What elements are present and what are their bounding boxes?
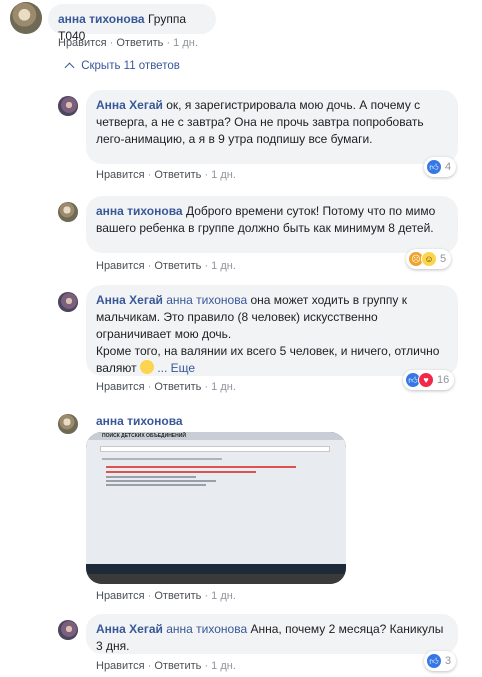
comment-photo[interactable]: ПОИСК ДЕТСКИХ ОБЪЕДИНЕНИЙ <box>86 432 346 584</box>
like-icon: 👍︎ <box>426 653 442 669</box>
like-link[interactable]: Нравится <box>96 169 145 181</box>
reply-link[interactable]: Ответить <box>154 381 201 393</box>
like-link[interactable]: Нравится <box>58 37 107 49</box>
result-row <box>106 476 196 478</box>
reaction-summary[interactable]: 👍︎ ♥ 16 <box>403 370 455 390</box>
like-link[interactable]: Нравится <box>96 660 145 672</box>
timestamp[interactable]: 1 дн. <box>211 169 236 181</box>
result-row <box>106 480 216 482</box>
avatar[interactable] <box>10 2 42 34</box>
comment-bubble: Анна Хегай анна тихонова Анна, почему 2 … <box>86 614 458 654</box>
reaction-summary[interactable]: 👍︎ 4 <box>424 157 457 177</box>
reply-link[interactable]: Ответить <box>116 37 163 49</box>
smile-icon <box>140 360 154 374</box>
love-icon: ♥ <box>418 372 434 388</box>
taskbar <box>86 564 346 574</box>
search-bar <box>100 446 330 452</box>
comment-bubble: Анна Хегай анна тихонова она может ходит… <box>86 285 458 376</box>
avatar[interactable] <box>58 620 78 640</box>
comment-author[interactable]: Анна Хегай <box>96 98 163 112</box>
result-row <box>102 458 222 460</box>
timestamp[interactable]: 1 дн. <box>211 260 236 272</box>
like-icon: 👍︎ <box>426 159 442 175</box>
page-title: ПОИСК ДЕТСКИХ ОБЪЕДИНЕНИЙ <box>102 433 186 439</box>
timestamp[interactable]: 1 дн. <box>211 660 236 672</box>
avatar[interactable] <box>58 292 78 312</box>
avatar[interactable] <box>58 202 78 222</box>
comment-actions: Нравится · Ответить · 1 дн. <box>96 169 236 181</box>
comment-author[interactable]: Анна Хегай <box>96 293 163 307</box>
comment-author[interactable]: анна тихонова <box>96 414 183 428</box>
laptop-bezel <box>86 574 346 584</box>
comment-actions: Нравится · Ответить · 1 дн. <box>96 381 236 393</box>
laugh-icon: ☺︎ <box>421 251 437 267</box>
reaction-count: 3 <box>445 655 452 667</box>
comment-bubble: Анна Хегай ок, я зарегистрировала мою до… <box>86 90 458 164</box>
result-row <box>106 471 256 473</box>
hide-replies-link[interactable]: Скрыть 11 ответов <box>64 60 180 73</box>
comment-actions: Нравится · Ответить · 1 дн. <box>96 590 236 602</box>
like-link[interactable]: Нравится <box>96 590 145 602</box>
result-row <box>106 466 296 468</box>
like-link[interactable]: Нравится <box>96 260 145 272</box>
avatar[interactable] <box>58 414 78 434</box>
see-more-link[interactable]: ... Еще <box>157 361 195 375</box>
comment-actions: Нравится · Ответить · 1 дн. <box>96 260 236 272</box>
reaction-summary[interactable]: 👍︎ 3 <box>424 651 457 671</box>
reaction-count: 5 <box>440 253 447 265</box>
comment-author[interactable]: анна тихонова <box>58 12 145 26</box>
result-row <box>106 484 206 486</box>
reply-link[interactable]: Ответить <box>154 590 201 602</box>
reaction-summary[interactable]: ☹︎ ☺︎ 5 <box>406 249 452 269</box>
comment-actions: Нравится · Ответить · 1 дн. <box>96 660 236 672</box>
avatar[interactable] <box>58 96 78 116</box>
like-link[interactable]: Нравится <box>96 381 145 393</box>
timestamp[interactable]: 1 дн. <box>211 381 236 393</box>
mention-link[interactable]: анна тихонова <box>166 622 247 636</box>
reply-link[interactable]: Ответить <box>154 260 201 272</box>
reply-link[interactable]: Ответить <box>154 169 201 181</box>
reaction-count: 16 <box>437 374 450 386</box>
reply-link[interactable]: Ответить <box>154 660 201 672</box>
reaction-count: 4 <box>445 161 452 173</box>
comment-actions: Нравится · Ответить · 1 дн. <box>58 37 198 49</box>
comment-author[interactable]: анна тихонова <box>96 204 183 218</box>
comment-author[interactable]: Анна Хегай <box>96 622 163 636</box>
chevron-up-icon <box>64 62 75 73</box>
timestamp[interactable]: 1 дн. <box>173 37 198 49</box>
timestamp[interactable]: 1 дн. <box>211 590 236 602</box>
laptop-screen: ПОИСК ДЕТСКИХ ОБЪЕДИНЕНИЙ <box>86 432 346 574</box>
comment-bubble: анна тихонова Группа Т040 <box>48 4 216 43</box>
comment-bubble: анна тихонова Доброго времени суток! Пот… <box>86 196 458 253</box>
mention-link[interactable]: анна тихонова <box>166 293 247 307</box>
